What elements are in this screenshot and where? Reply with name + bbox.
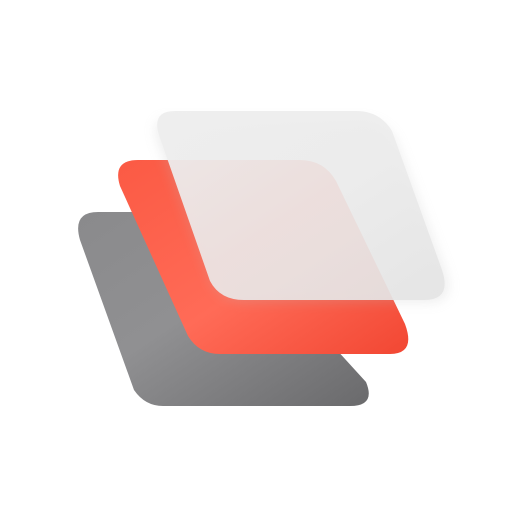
layers-icon — [78, 111, 449, 406]
app-icon — [0, 0, 512, 512]
